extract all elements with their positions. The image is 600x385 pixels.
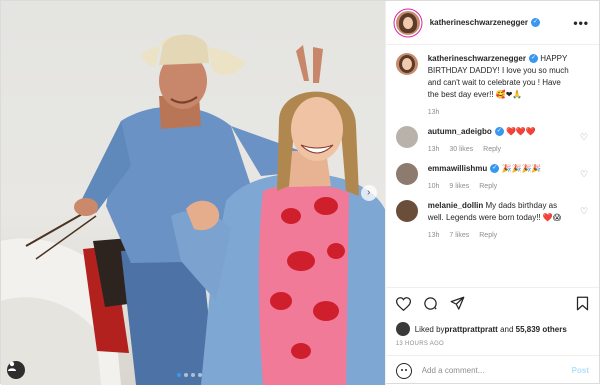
author-username[interactable]: katherineschwarzenegger (430, 18, 528, 27)
comment-reply-link[interactable]: Reply (479, 183, 497, 190)
caption-text: katherineschwarzenegger ✓ HAPPY BIRTHDAY … (428, 53, 573, 101)
verified-badge-icon: ✓ (528, 54, 538, 64)
comment-username[interactable]: melanie_dollin (428, 201, 484, 210)
comment-username[interactable]: autumn_adeigbo (428, 127, 492, 136)
commenter-avatar[interactable] (395, 163, 418, 185)
caption-username[interactable]: katherineschwarzenegger (428, 54, 526, 63)
post-actions-bar (385, 287, 599, 321)
emoji-picker-icon[interactable] (395, 362, 412, 379)
comment: autumn_adeigbo ✓ ❤️❤️❤️ 13h 30 likes Repl… (395, 126, 589, 153)
save-bookmark-icon[interactable] (576, 296, 589, 313)
comment-text: emmawillishmu ✓ 🎉🎉🎉🎉 (428, 163, 573, 175)
comment-reply-link[interactable]: Reply (479, 232, 497, 239)
likes-summary: Liked by prattprattpratt and 55,839 othe… (386, 321, 599, 337)
comment-like-heart-icon[interactable]: ♡ (580, 170, 589, 179)
comment-reply-link[interactable]: Reply (483, 146, 501, 153)
commenter-avatar[interactable] (395, 200, 418, 222)
photo-illustration (1, 34, 385, 385)
caption-avatar[interactable] (395, 53, 418, 75)
post-photo[interactable]: › (1, 1, 385, 385)
comment-time: 13h (427, 232, 440, 239)
comment-text: autumn_adeigbo ✓ ❤️❤️❤️ (428, 126, 573, 138)
comment-time: 13h (427, 146, 440, 153)
carousel-indicator (177, 373, 202, 377)
comment-like-heart-icon[interactable]: ♡ (580, 207, 589, 216)
likes-user-link[interactable]: prattprattpratt (445, 325, 498, 334)
user-tag-icon[interactable] (7, 361, 25, 379)
post-comment-button[interactable]: Post (572, 366, 589, 375)
post-timestamp[interactable]: 13 HOURS AGO (386, 337, 599, 355)
comment-text: melanie_dollin My dads birthday as well.… (428, 200, 573, 224)
comment: emmawillishmu ✓ 🎉🎉🎉🎉 10h 9 likes Reply ♡ (395, 163, 589, 190)
verified-badge-icon: ✓ (490, 164, 500, 174)
bunny-ears-fingers (296, 45, 309, 81)
share-paper-plane-icon[interactable] (450, 296, 465, 313)
post-side-panel: katherineschwarzenegger ✓ ••• katherines… (384, 1, 599, 385)
commenter-avatar[interactable] (395, 126, 418, 148)
comment-username[interactable]: emmawillishmu (428, 164, 488, 173)
add-comment-bar: Post (385, 355, 599, 385)
likes-prefix: Liked by (414, 324, 445, 334)
carousel-dot (184, 373, 188, 377)
caption: katherineschwarzenegger ✓ HAPPY BIRTHDAY … (395, 53, 589, 116)
comment-body: 🎉🎉🎉🎉 (499, 164, 542, 173)
comments-list[interactable]: katherineschwarzenegger ✓ HAPPY BIRTHDAY … (386, 45, 599, 287)
comment-time: 10h (427, 183, 440, 190)
carousel-dot (198, 373, 202, 377)
comment-likes[interactable]: 9 likes (449, 183, 469, 190)
caption-time: 13h (427, 109, 440, 116)
verified-badge-icon: ✓ (494, 127, 504, 137)
post-header: katherineschwarzenegger ✓ ••• (385, 1, 599, 45)
comment-likes[interactable]: 7 likes (449, 232, 469, 239)
carousel-dot (177, 373, 181, 377)
liker-avatar[interactable] (395, 322, 410, 336)
carousel-dot (191, 373, 195, 377)
verified-badge-icon: ✓ (530, 18, 540, 27)
instagram-post: › katherineschwarzenegger ✓ ••• katherin… (0, 0, 600, 385)
comment-body: ❤️❤️❤️ (503, 127, 536, 136)
comment-bubble-icon[interactable] (423, 296, 438, 313)
more-options-icon[interactable]: ••• (573, 16, 589, 30)
like-heart-icon[interactable] (395, 296, 411, 313)
comment-likes[interactable]: 30 likes (449, 146, 473, 153)
likes-count-link[interactable]: 55,839 others (516, 325, 567, 334)
carousel-next-button[interactable]: › (360, 185, 377, 201)
likes-middle: and (497, 324, 516, 334)
add-comment-input[interactable] (421, 366, 572, 375)
comment-like-heart-icon[interactable]: ♡ (580, 133, 589, 142)
author-avatar[interactable] (395, 10, 420, 35)
comment: melanie_dollin My dads birthday as well.… (395, 200, 589, 239)
